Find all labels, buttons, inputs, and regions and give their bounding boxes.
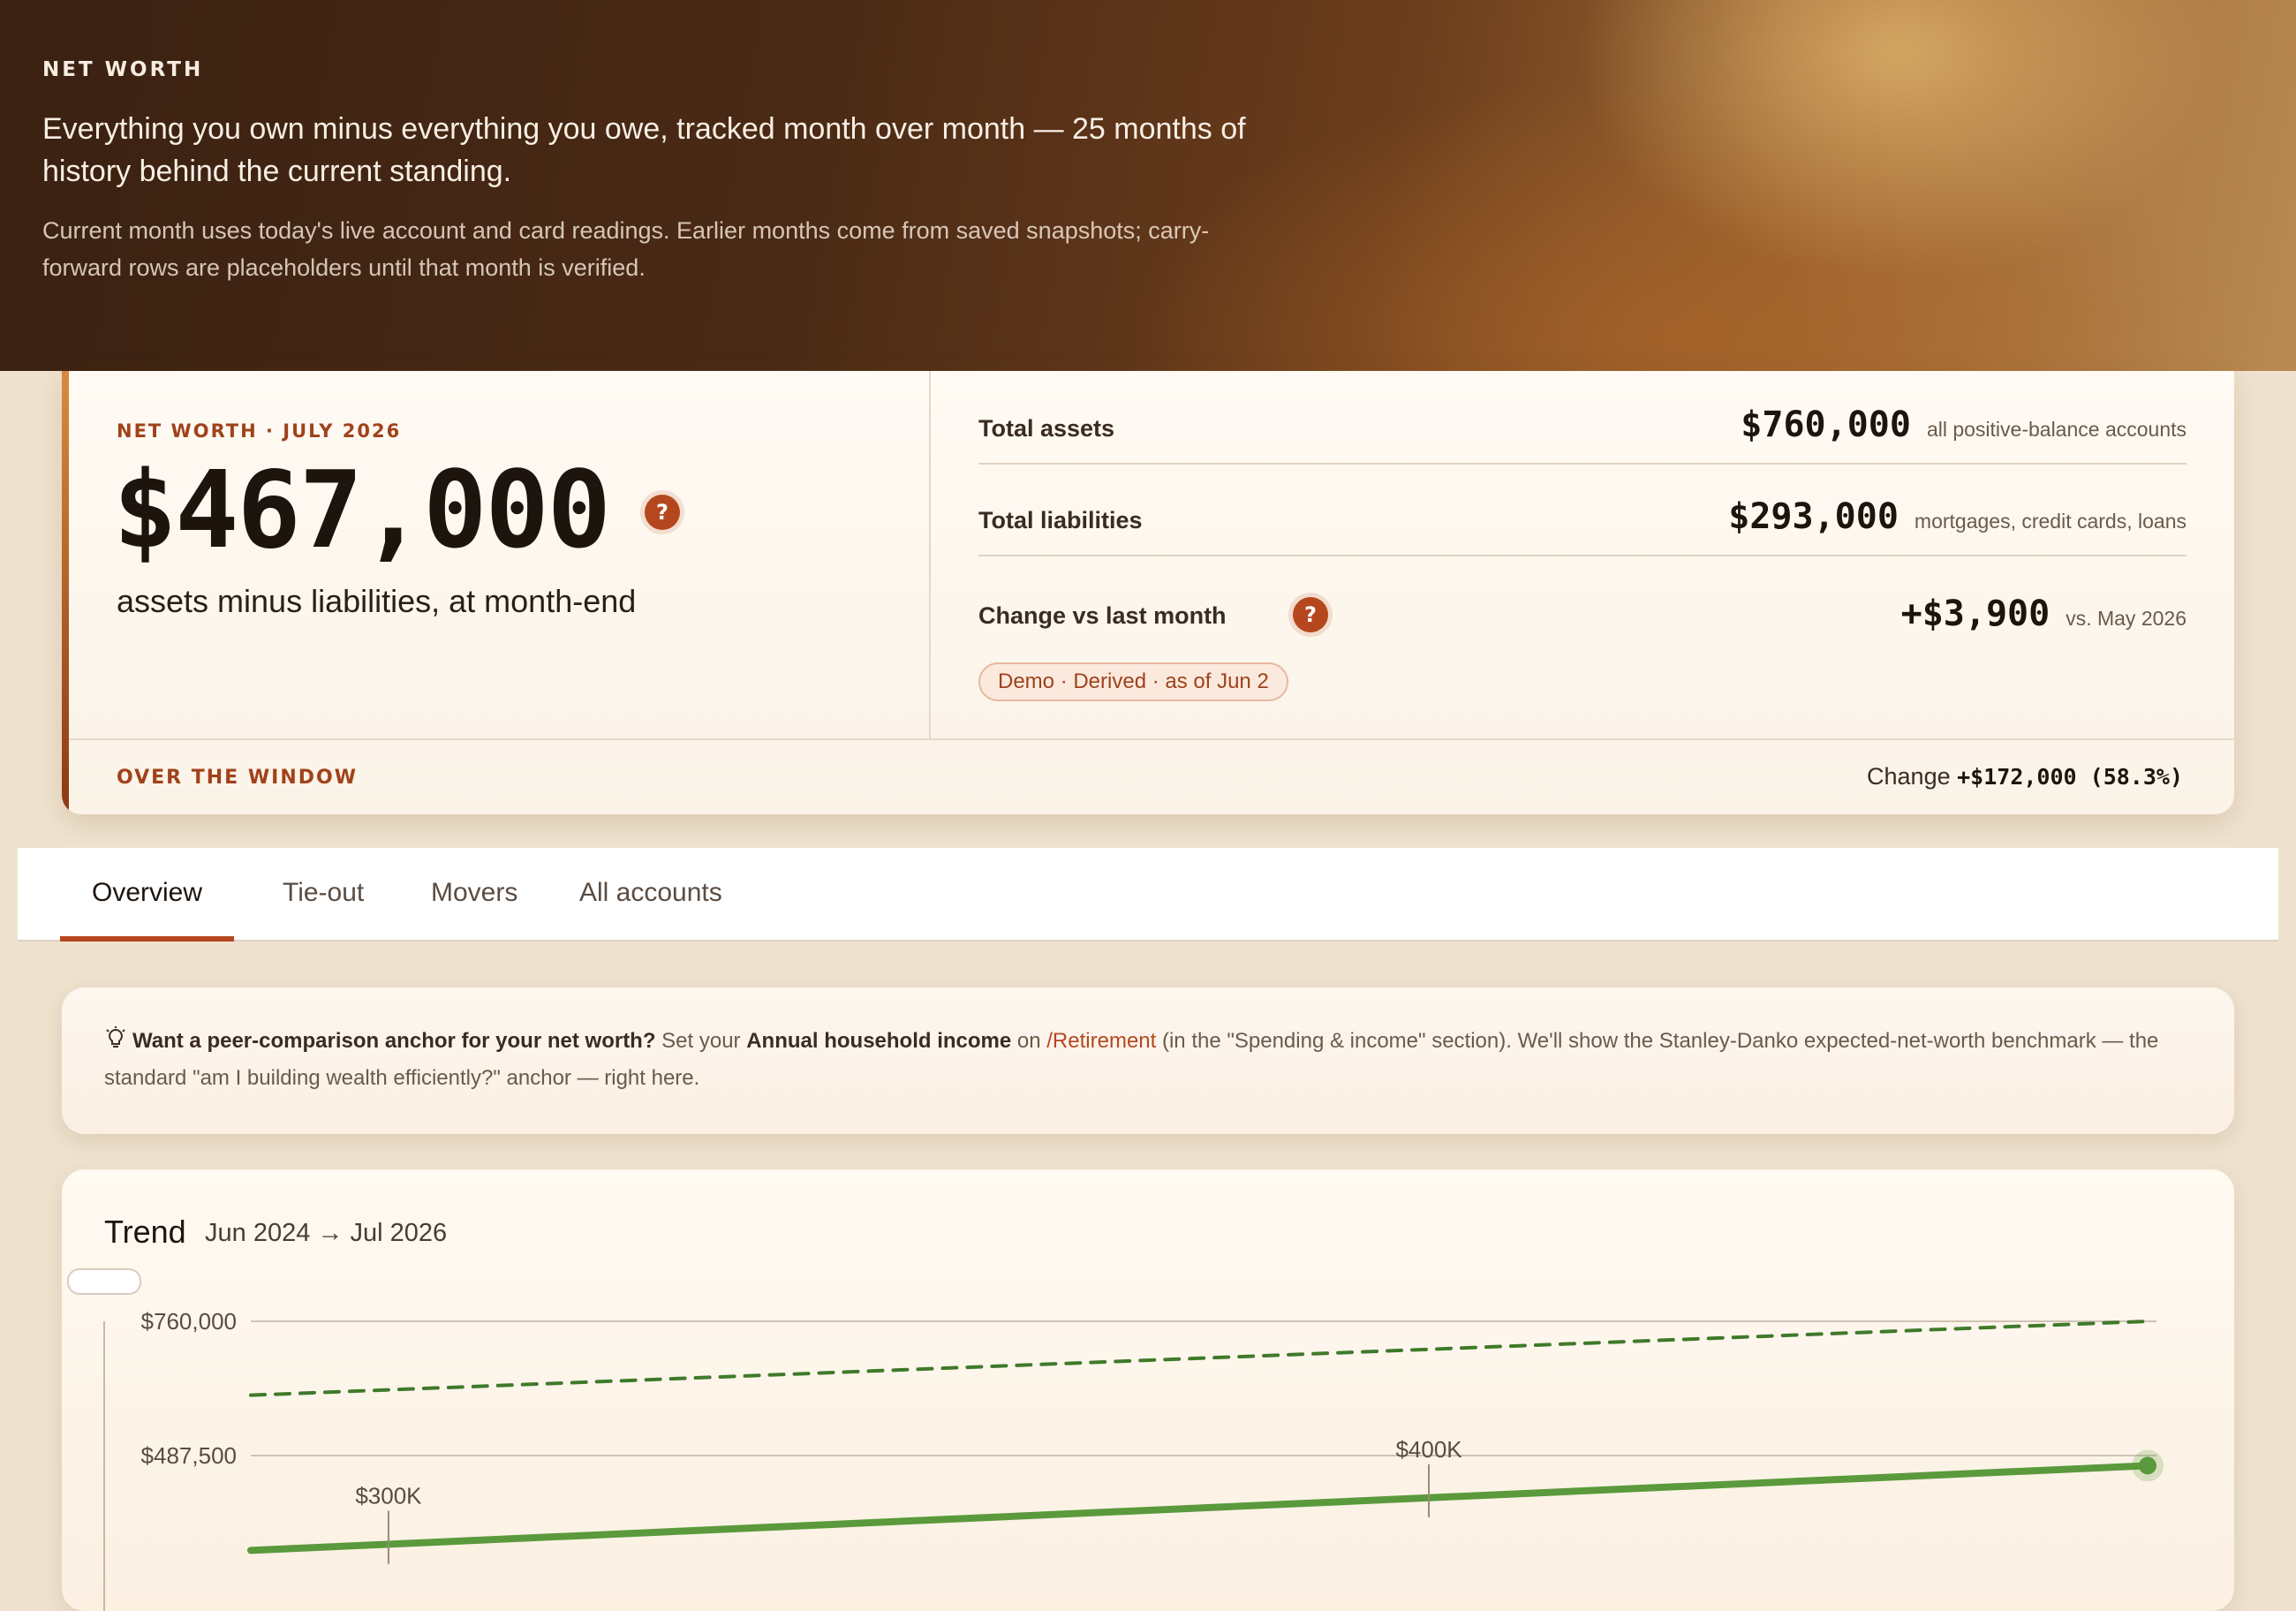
assets-series-line — [249, 1320, 2149, 1397]
net-worth-period-label: NET WORTH · JULY 2026 — [117, 420, 402, 442]
window-label: OVER THE WINDOW — [117, 767, 358, 789]
monthly-change-note: vs. May 2026 — [2066, 607, 2186, 630]
net-worth-summary-card: NET WORTH · JULY 2026 $467,000 ? assets … — [62, 371, 2234, 814]
total-assets-row: Total assets $760,000 all positive-balan… — [978, 371, 2186, 465]
window-change-value: +$172,000 (58.3%) — [1957, 764, 2183, 790]
monthly-change-value: +$3,900 — [1900, 594, 2051, 634]
monthly-change-row: Change vs last month ? +$3,900 vs. May 2… — [978, 555, 2186, 661]
total-liabilities-row: Total liabilities $293,000 mortgages, cr… — [978, 463, 2186, 556]
milestone-label: $400K — [1395, 1436, 1462, 1463]
total-assets-note: all positive-balance accounts — [1926, 418, 2186, 441]
divider — [929, 371, 931, 738]
data-source-badge: Demo · Derived · as of Jun 2 — [978, 662, 1288, 701]
trend-chart: $760,000 $487,500 $300K $400K — [103, 1308, 2164, 1611]
page-title: Everything you own minus everything you … — [42, 112, 1246, 188]
total-liabilities-note: mortgages, credit cards, loans — [1914, 510, 2186, 533]
benchmark-tip-card: Want a peer-comparison anchor for your n… — [62, 987, 2234, 1134]
tip-field-name: Annual household income — [746, 1029, 1012, 1053]
tip-text: Want a peer-comparison anchor for your n… — [104, 1025, 2188, 1095]
lightbulb-icon — [104, 1026, 127, 1062]
retirement-link[interactable]: /Retirement — [1046, 1029, 1156, 1053]
trend-card: Trend Jun 2024 → Jul 2026 $760,000 $487,5… — [62, 1169, 2234, 1611]
monthly-change-help-icon[interactable]: ? — [1293, 597, 1328, 632]
y-tick-label: $760,000 — [141, 1308, 237, 1335]
divider — [69, 738, 2234, 740]
window-change-label: Change — [1867, 763, 1951, 790]
section-tabs: Overview Tie-out Movers All accounts — [18, 848, 2278, 942]
window-change: Change +$172,000 (58.3%) — [1867, 763, 2183, 790]
tab-tie-out[interactable]: Tie-out — [251, 848, 396, 940]
tab-movers[interactable]: Movers — [399, 848, 549, 940]
milestone-label: $300K — [355, 1483, 422, 1509]
card-accent-bar — [62, 371, 69, 814]
net-worth-series-line — [247, 1462, 2151, 1554]
current-point — [2139, 1456, 2156, 1475]
total-liabilities-value: $293,000 — [1728, 496, 1899, 537]
page-header: NET WORTH Everything you own minus every… — [0, 0, 2296, 371]
net-worth-value: $467,000 — [113, 450, 611, 572]
total-liabilities-label: Total liabilities — [978, 507, 1143, 533]
tab-overview[interactable]: Overview — [60, 848, 235, 942]
total-assets-label: Total assets — [978, 415, 1115, 442]
tip-text-part: on — [1011, 1029, 1047, 1053]
y-tick-label: $487,500 — [141, 1442, 237, 1469]
tip-text-part: Set your — [655, 1029, 747, 1053]
tab-all-accounts[interactable]: All accounts — [548, 848, 754, 940]
page-subtitle: Current month uses today's live account … — [42, 217, 1210, 281]
total-assets-value: $760,000 — [1741, 405, 1911, 445]
net-worth-help-icon[interactable]: ? — [645, 495, 680, 530]
tip-lead: Want a peer-comparison anchor for your n… — [132, 1029, 656, 1053]
net-worth-caption: assets minus liabilities, at month-end — [117, 583, 637, 619]
page-eyebrow: NET WORTH — [42, 58, 204, 81]
monthly-change-label: Change vs last month — [978, 602, 1227, 629]
